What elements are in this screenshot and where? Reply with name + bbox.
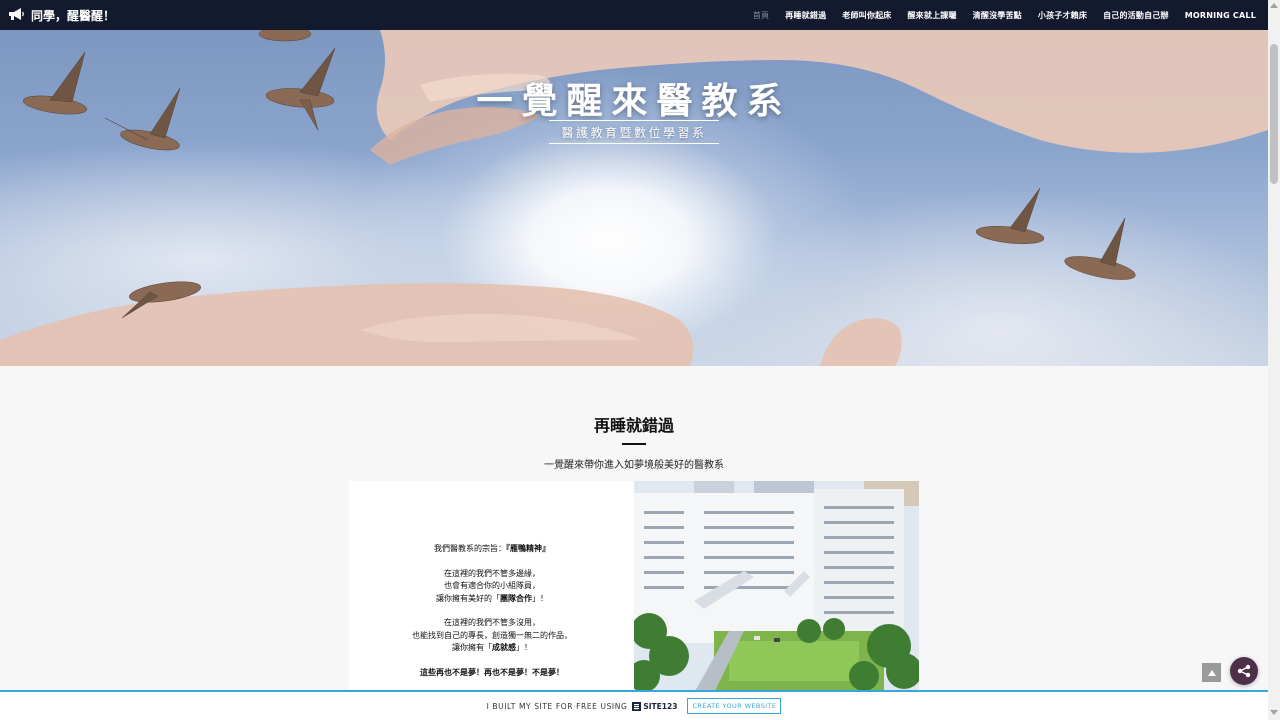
hero-title: 一覺醒來醫教系 [476,81,792,122]
scroll-up-icon[interactable] [1270,3,1278,8]
closing-line: 這些再也不是夢！再也不是夢！不是夢！ [420,667,564,677]
nav-item-home[interactable]: 首頁 [753,10,769,21]
hero-subtitle-frame: 醫護教育暨數位學習系 [549,120,719,144]
share-icon [1237,664,1251,678]
built-with-text: I BUILT MY SITE FOR FREE USING [486,701,628,711]
nav-item-teachers[interactable]: 老師叫你起床 [842,10,891,21]
brand-label: 同學，醒醫醒！ [31,8,116,23]
megaphone-icon [8,7,25,24]
nav-item-study[interactable]: 清醒沒學苦點 [973,10,1022,21]
section-divider [622,443,646,445]
site123-footer-banner: I BUILT MY SITE FOR FREE USING SITE123 C… [0,690,1268,720]
site123-logo[interactable]: SITE123 [632,701,678,711]
top-navbar: 同學，醒醫醒！ 首頁 再睡就錯過 老師叫你起床 醒來就上課囉 清醒沒學苦點 小孩… [0,0,1268,30]
create-website-button[interactable]: CREATE YOUR WEBSITE [687,698,782,714]
hero-banner: 一覺醒來醫教系 醫護教育暨數位學習系 [0,30,1268,366]
nav-item-kids[interactable]: 小孩子才賴床 [1038,10,1087,21]
section-title: 再睡就錯過 [593,416,674,435]
site123-logo-icon [632,701,642,711]
mission-line: 我們醫教系的宗旨：『雁鴨精神』 [434,544,550,553]
nav-item-activities[interactable]: 自己的活動自己辦 [1103,10,1169,21]
hero-subtitle: 醫護教育暨數位學習系 [561,125,707,140]
section-subtitle: 一覺醒來帶你進入如夢境般美好的醫教系 [544,460,724,471]
nav-item-dont-sleep[interactable]: 再睡就錯過 [785,10,826,21]
campus-building-photo [634,481,919,693]
nav-item-morning-call[interactable]: MORNING CALL [1185,11,1256,20]
site123-logo-text: SITE123 [643,701,678,711]
share-button[interactable] [1230,657,1258,685]
nav-menu: 首頁 再睡就錯過 老師叫你起床 醒來就上課囉 清醒沒學苦點 小孩子才賴床 自己的… [737,10,1268,21]
scroll-thumb[interactable] [1270,44,1278,184]
scroll-down-icon[interactable] [1270,710,1278,715]
site-brand[interactable]: 同學，醒醫醒！ [0,7,115,24]
arrow-up-icon [1207,669,1216,676]
scroll-to-top-button[interactable] [1202,663,1221,682]
intro-text-card: 我們醫教系的宗旨：『雁鴨精神』 在這裡的我們不管多邊緣， 也會有適合你的小組隊員… [349,481,635,693]
achievement-paragraph: 在這裡的我們不管多沒用， 也能找到自己的專長，創造獨一無二的作品， 讓你擁有「成… [412,618,572,652]
nav-item-courses[interactable]: 醒來就上課囉 [907,10,956,21]
teamwork-paragraph: 在這裡的我們不管多邊緣， 也會有適合你的小組隊員， 讓你擁有美好的「團隊合作」！ [436,568,548,603]
intro-text: 我們醫教系的宗旨：『雁鴨精神』 在這裡的我們不管多邊緣， 也會有適合你的小組隊員… [349,543,635,691]
page-scrollbar[interactable] [1268,0,1280,720]
